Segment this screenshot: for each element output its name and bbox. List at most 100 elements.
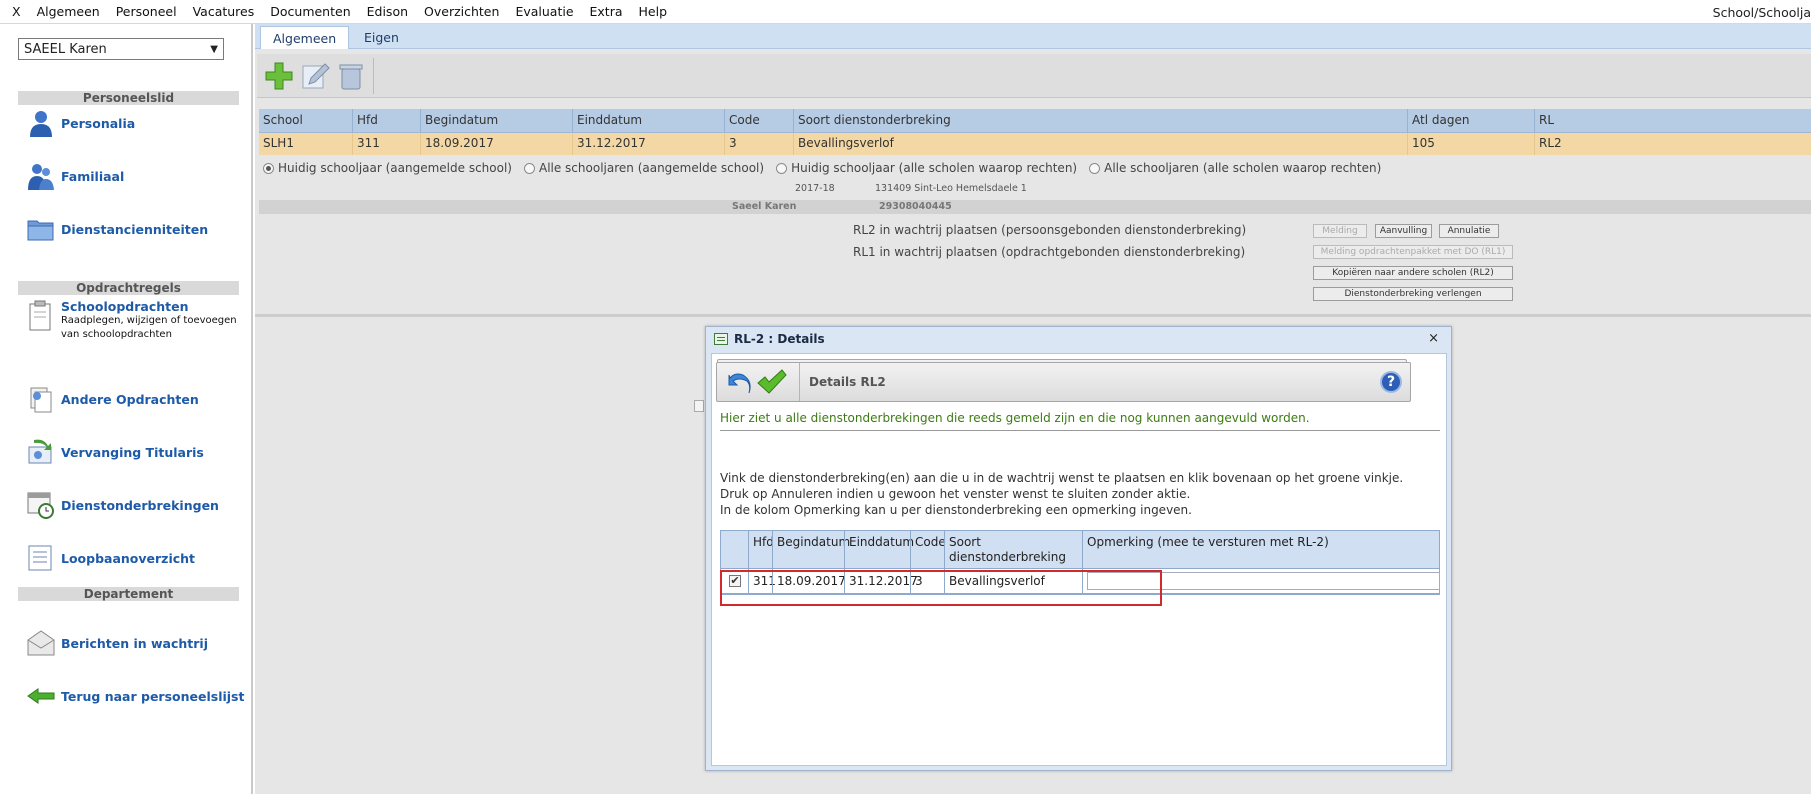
sidebar-item-label: Terug naar personeelslijst: [61, 688, 245, 704]
dienstonderbreking-grid: School Hfd Begindatum Einddatum Code Soo…: [259, 109, 1811, 155]
col-opmerking: Opmerking (mee te versturen met RL-2): [1082, 531, 1441, 568]
col-begindatum: Begindatum: [772, 531, 850, 568]
sidebar-item-terug-personeelslijst[interactable]: Terug naar personeelslijst: [26, 681, 244, 711]
person-strip: Saeel Karen 29308040445: [259, 200, 1811, 214]
trash-icon: [339, 64, 363, 90]
menu-extra[interactable]: Extra: [582, 4, 631, 19]
rl2-label: RL2 in wachtrij plaatsen (persoonsgebond…: [853, 223, 1247, 237]
melding-button[interactable]: Melding: [1313, 224, 1367, 238]
col-begindatum[interactable]: Begindatum: [420, 109, 572, 132]
arrow-left-icon: [26, 681, 56, 711]
col-soort: Soort dienstonderbreking: [944, 531, 1082, 568]
tab-eigen[interactable]: Eigen: [352, 26, 411, 49]
radio-dot[interactable]: [776, 162, 788, 174]
kopieren-button[interactable]: Kopiëren naar andere scholen (RL2): [1313, 266, 1513, 280]
menu-help[interactable]: Help: [631, 4, 676, 19]
sidebar-item-dienstonderbrekingen[interactable]: Dienstonderbrekingen: [26, 490, 219, 520]
sidebar-item-label: Dienstancienniteiten: [61, 221, 209, 237]
delete-button[interactable]: [335, 60, 367, 92]
dialog-instruction-3: In de kolom Opmerking kan u per dienston…: [720, 503, 1192, 517]
sidebar-item-personalia[interactable]: Personalia: [26, 108, 135, 138]
sidebar-item-familiaal[interactable]: Familiaal: [26, 161, 124, 191]
table-row[interactable]: SLH1 311 18.09.2017 31.12.2017 3 Bevalli…: [259, 133, 1811, 155]
radio-dot[interactable]: [263, 162, 274, 174]
filter-radio-group: Huidig schooljaar (aangemelde school) Al…: [263, 161, 1393, 175]
sidebar-item-berichten-wachtrij[interactable]: Berichten in wachtrij: [26, 628, 208, 658]
sidebar-item-loopbaanoverzicht[interactable]: Loopbaanoverzicht: [26, 543, 195, 573]
col-hfd: Hfd: [748, 531, 774, 568]
col-rl[interactable]: RL: [1534, 109, 1811, 132]
col-code[interactable]: Code: [724, 109, 793, 132]
sidebar-item-vervanging-titularis[interactable]: Vervanging Titularis: [26, 437, 204, 467]
close-button[interactable]: ×: [1428, 331, 1439, 346]
school-year-value: 2017-18: [795, 183, 835, 194]
verlengen-button[interactable]: Dienstonderbreking verlengen: [1313, 287, 1513, 301]
background-checkbox[interactable]: [694, 400, 704, 412]
radio-label: Huidig schooljaar (aangemelde school): [278, 161, 512, 175]
school-year-label: School/Schoolja: [1712, 5, 1811, 20]
tab-bar: Algemeen Eigen: [255, 24, 1811, 49]
menu-vacatures[interactable]: Vacatures: [185, 4, 263, 19]
radio-alle-aangemeld[interactable]: Alle schooljaren (aangemelde school): [523, 161, 764, 175]
dialog-info-text: Hier ziet u alle dienstonderbrekingen di…: [720, 411, 1310, 425]
dialog-instruction-2: Druk op Annuleren indien u gewoon het ve…: [720, 487, 1191, 501]
radio-label: Alle schooljaren (alle scholen waarop re…: [1104, 161, 1382, 175]
highlight-annotation: [720, 570, 1162, 606]
col-school[interactable]: School: [259, 109, 352, 132]
help-icon[interactable]: ?: [1380, 371, 1402, 393]
section-departement: Departement: [18, 587, 239, 601]
school-name-value: 131409 Sint-Leo Hemelsdaele 1: [875, 183, 1027, 194]
cell-begindatum: 18.09.2017: [420, 133, 572, 155]
person-strip-name: Saeel Karen: [732, 201, 797, 212]
toolbar: [257, 54, 1811, 98]
dialog-hr: [720, 430, 1440, 431]
cell-rl: RL2: [1534, 133, 1811, 155]
clipboard-icon: [26, 298, 56, 331]
edit-button[interactable]: [299, 60, 331, 92]
add-button[interactable]: [263, 60, 295, 92]
col-einddatum[interactable]: Einddatum: [572, 109, 724, 132]
menu-edison[interactable]: Edison: [359, 4, 416, 19]
radio-dot[interactable]: [523, 162, 535, 174]
radio-huidig-aangemeld[interactable]: Huidig schooljaar (aangemelde school): [263, 161, 512, 175]
sidebar-item-label: Personalia: [61, 115, 136, 131]
section-personeelslid: Personeelslid: [18, 91, 239, 105]
section-divider: [255, 314, 1811, 317]
documents-icon: [26, 384, 56, 414]
sidebar-item-label: Schoolopdrachten: [61, 298, 189, 314]
sidebar-item-label: Andere Opdrachten: [61, 391, 199, 407]
dialog-instruction-1: Vink de dienstonderbreking(en) aan die u…: [720, 471, 1404, 485]
menu-evaluatie[interactable]: Evaluatie: [507, 4, 581, 19]
col-soort[interactable]: Soort dienstonderbreking: [793, 109, 1407, 132]
menu-documenten[interactable]: Documenten: [262, 4, 358, 19]
menu-close[interactable]: X: [0, 4, 29, 19]
radio-huidig-alle[interactable]: Huidig schooljaar (alle scholen waarop r…: [776, 161, 1077, 175]
menu-overzichten[interactable]: Overzichten: [416, 4, 507, 19]
sidebar: SAEEL Karen ▼ Personeelslid Personalia F…: [0, 24, 253, 794]
radio-dot[interactable]: [1089, 162, 1101, 174]
section-opdrachtregels: Opdrachtregels: [18, 281, 239, 295]
schoolopdrachten-description: Raadplegen, wijzigen of toevoegen van sc…: [61, 315, 237, 340]
col-hfd[interactable]: Hfd: [352, 109, 420, 132]
sidebar-item-dienstancienniteiten[interactable]: Dienstancienniteiten: [26, 214, 208, 244]
annulatie-button[interactable]: Annulatie: [1439, 224, 1499, 238]
person-strip-number: 29308040445: [879, 201, 952, 212]
person-select[interactable]: SAEEL Karen ▼: [18, 38, 224, 60]
dialog-main-content: Hier ziet u alle dienstonderbrekingen di…: [711, 331, 1440, 744]
person-select-value: SAEEL Karen: [24, 41, 107, 57]
radio-alle-alle[interactable]: Alle schooljaren (alle scholen waarop re…: [1089, 161, 1381, 175]
menu-personeel[interactable]: Personeel: [108, 4, 185, 19]
menu-algemeen[interactable]: Algemeen: [29, 4, 108, 19]
cell-einddatum: 31.12.2017: [572, 133, 724, 155]
toolbar-separator: [373, 58, 374, 94]
col-code: Code: [910, 531, 946, 568]
sidebar-item-label: Berichten in wachtrij: [61, 635, 209, 651]
details-table-header: Hfd Begindatum Einddatum Code Soort dien…: [721, 531, 1439, 569]
aanvulling-button[interactable]: Aanvulling: [1375, 224, 1432, 238]
col-atl-dagen[interactable]: Atl dagen: [1407, 109, 1534, 132]
sidebar-item-andere-opdrachten[interactable]: Andere Opdrachten: [26, 384, 199, 414]
tab-algemeen[interactable]: Algemeen: [260, 26, 350, 49]
pencil-icon: [302, 63, 330, 89]
cell-code: 3: [724, 133, 793, 155]
melding-opdrachtenpakket-button[interactable]: Melding opdrachtenpakket met DO (RL1): [1313, 245, 1513, 259]
